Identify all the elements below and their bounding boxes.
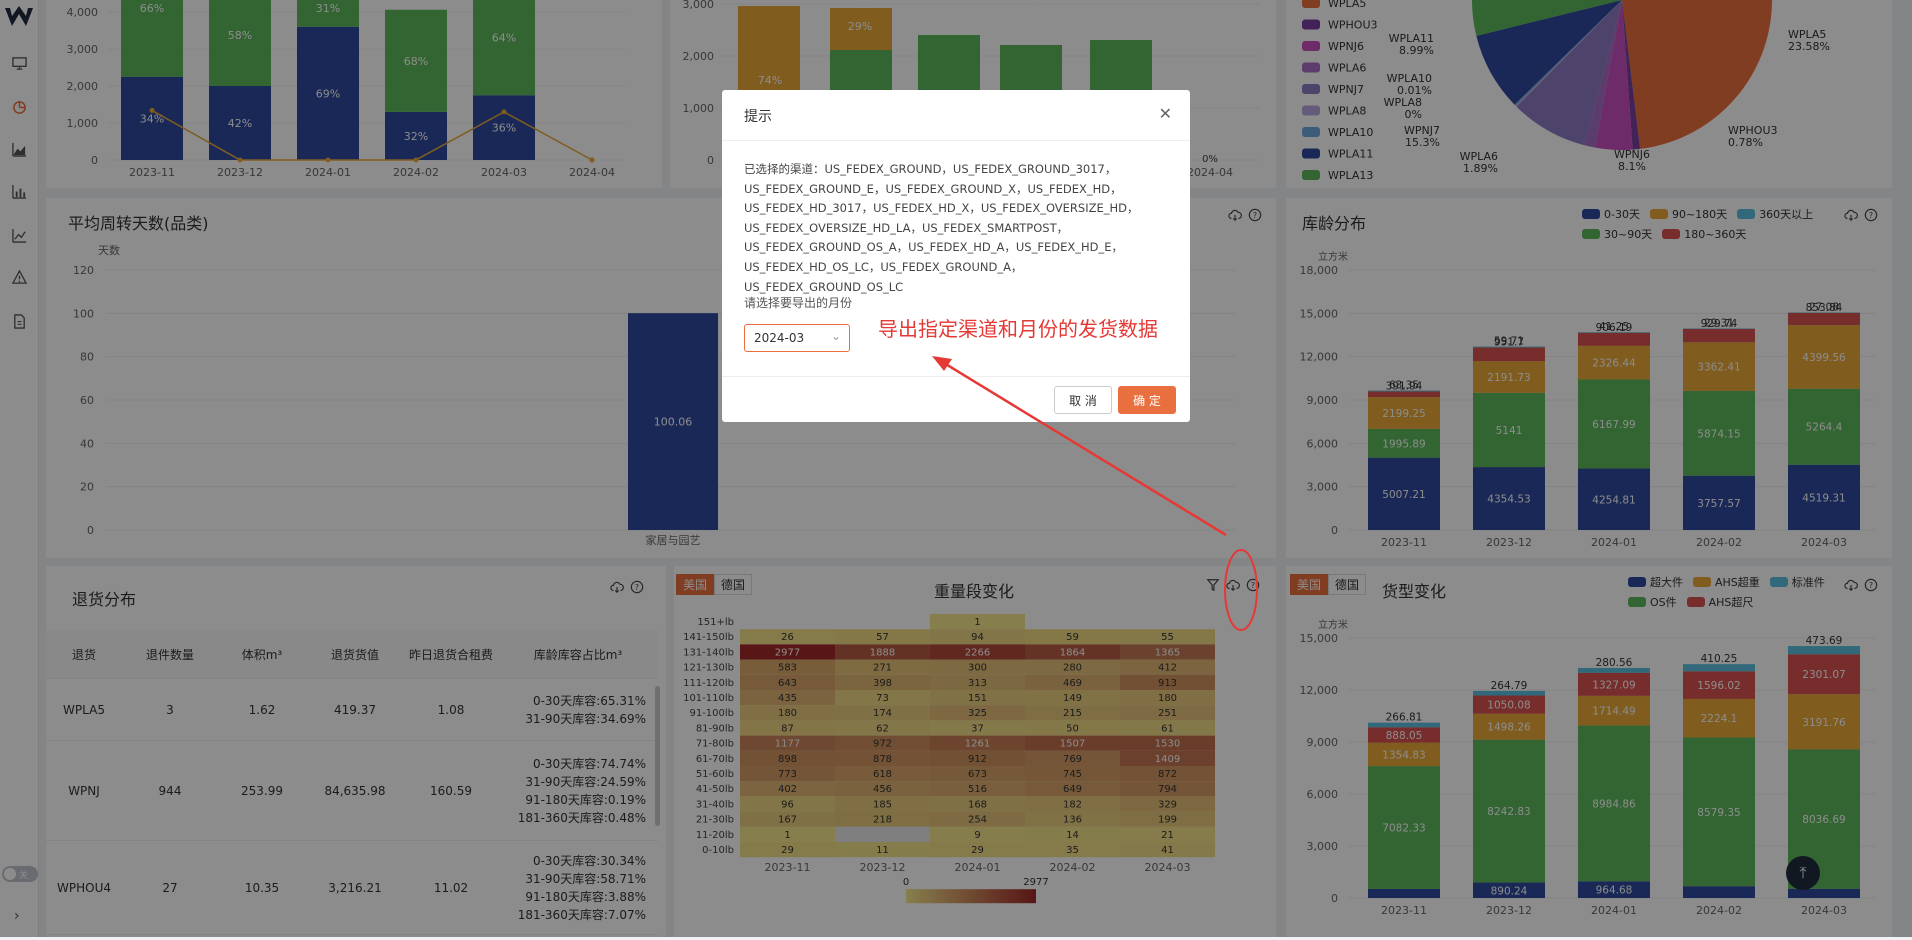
annotation-circle — [1225, 550, 1257, 630]
annotation-arrow — [944, 363, 1226, 535]
annotation-layer — [0, 0, 1912, 937]
annotation-arrowhead — [932, 356, 952, 371]
